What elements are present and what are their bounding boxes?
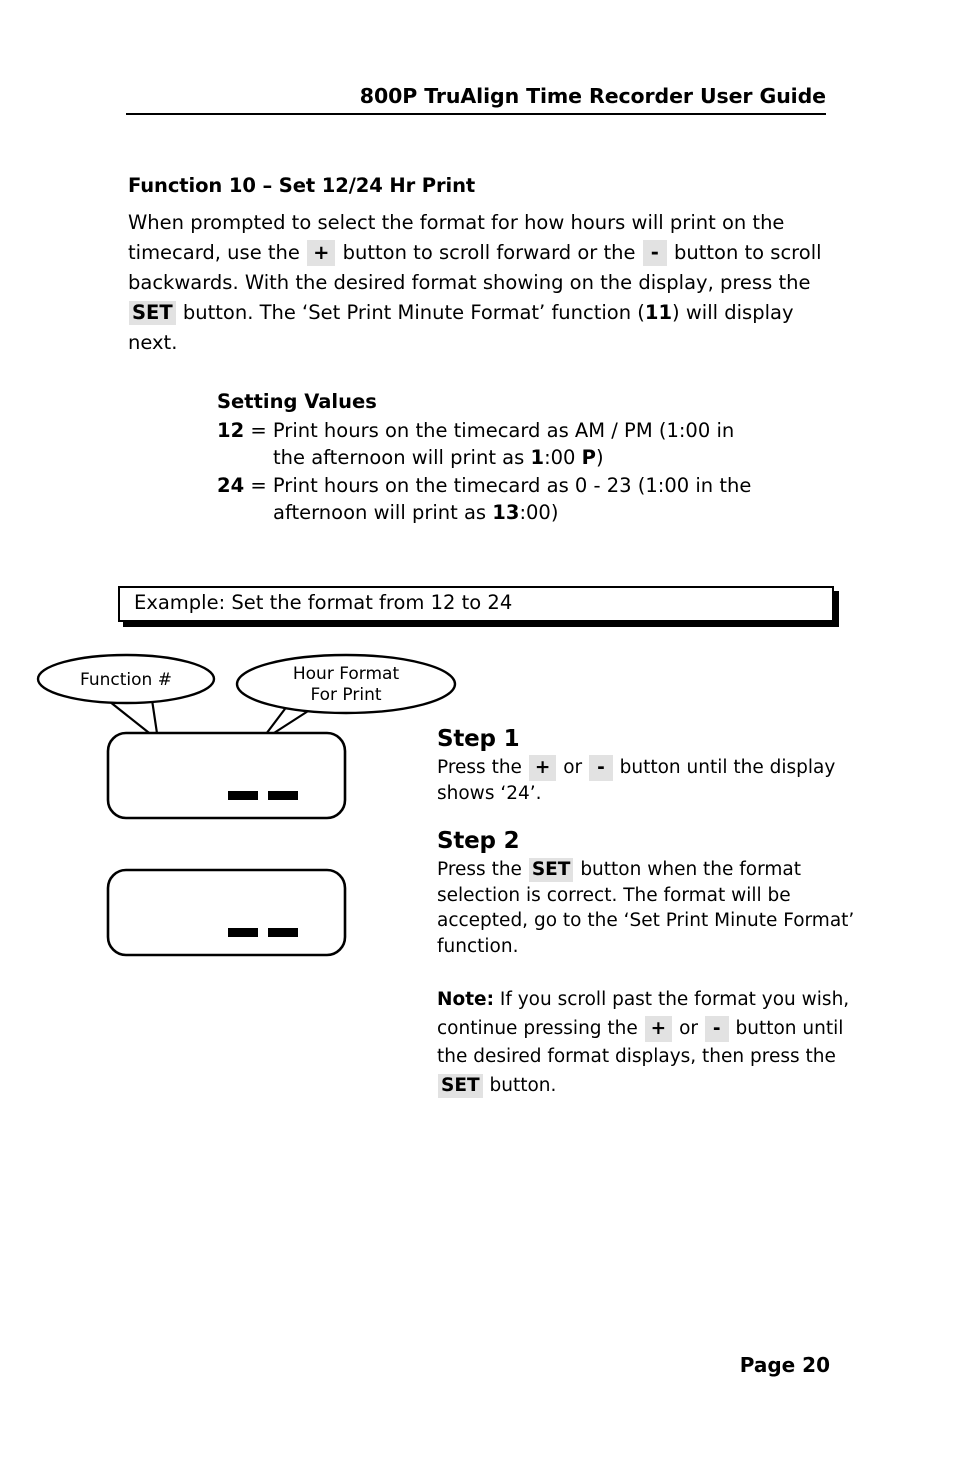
setting-value-text: = Print hours on the timecard as AM / PM… — [250, 418, 735, 442]
callout-hour-format-line1: Hour Format — [293, 664, 400, 684]
lcd-segment-bottom-right — [268, 928, 298, 937]
page-number: Page 20 — [739, 1353, 830, 1377]
step-1-text-part-2: or — [563, 757, 583, 778]
cont-bold: 13 — [492, 501, 520, 524]
example-box: Example: Set the format from 12 to 24 — [118, 586, 834, 622]
step-1-title: Step 1 — [437, 726, 520, 752]
cont-bold: 1 — [530, 446, 545, 469]
cont-mid: :00 — [544, 446, 582, 469]
plus-button-key[interactable]: + — [307, 240, 336, 266]
minus-button-key[interactable]: - — [704, 1015, 729, 1042]
callout-hour-format-line2: For Print — [310, 685, 381, 705]
lcd-segment-bottom-left — [228, 928, 258, 937]
set-button-key[interactable]: SET — [129, 301, 176, 325]
lcd-segment-top-left — [228, 791, 258, 800]
setting-values-block: Setting Values 12 = Print hours on the t… — [217, 388, 837, 527]
example-label: Example: Set the format from 12 to 24 — [134, 591, 513, 614]
display-figure: Function # Hour Format For Print — [36, 653, 457, 957]
setting-value-number: 24 — [217, 473, 245, 497]
step-1-block: Step 1 Press the + or - button until the… — [437, 726, 855, 807]
intro-text-part-4: button. The ‘Set Print Minute Format’ fu… — [182, 301, 645, 324]
note-label: Note: — [437, 989, 494, 1010]
step-1-body: Press the + or - button until the displa… — [437, 755, 855, 807]
lcd-display-top — [106, 731, 347, 820]
note-text-part-4: button. — [489, 1074, 557, 1096]
intro-paragraph: When prompted to select the format for h… — [128, 208, 834, 358]
page-title: Function 10 – Set 12/24 Hr Print — [128, 174, 476, 197]
cont-prefix: the afternoon will print as — [273, 446, 531, 469]
plus-button-key[interactable]: + — [644, 1015, 673, 1042]
step-2-text-part-1: Press the — [437, 859, 522, 880]
callout-function-label: Function # — [80, 670, 172, 690]
note-block: Note: If you scroll past the format you … — [437, 986, 867, 1100]
setting-value-row: 12 = Print hours on the timecard as AM /… — [217, 417, 837, 472]
lcd-segment-top-right — [268, 791, 298, 800]
setting-value-number: 12 — [217, 418, 245, 442]
intro-text-part-2: button to scroll forward or the — [342, 241, 636, 264]
cont-prefix: afternoon will print as — [273, 501, 493, 524]
setting-value-text: = Print hours on the timecard as 0 - 23 … — [250, 473, 752, 497]
set-button-key[interactable]: SET — [528, 858, 574, 882]
setting-value-row: 24 = Print hours on the timecard as 0 - … — [217, 472, 837, 527]
minus-button-key[interactable]: - — [589, 755, 613, 781]
cont-bold2: P — [581, 446, 596, 469]
header-title: 800P TruAlign Time Recorder User Guide — [359, 84, 826, 108]
function-reference: 11 — [644, 301, 673, 324]
step-2-block: Step 2 Press the SET button when the for… — [437, 828, 855, 959]
step-1-text-part-1: Press the — [437, 757, 522, 778]
setting-value-continuation: the afternoon will print as 1:00 P) — [217, 444, 837, 472]
header-divider — [126, 113, 826, 115]
setting-values-title: Setting Values — [217, 390, 377, 413]
step-2-body: Press the SET button when the format sel… — [437, 857, 855, 959]
cont-suffix: ) — [550, 501, 559, 524]
setting-value-continuation: afternoon will print as 13:00) — [217, 499, 837, 527]
plus-button-key[interactable]: + — [528, 755, 557, 781]
page-header: 800P TruAlign Time Recorder User Guide — [126, 84, 826, 115]
minus-button-key[interactable]: - — [642, 240, 667, 266]
note-text-part-2: or — [679, 1017, 699, 1039]
cont-suffix: ) — [595, 446, 604, 469]
cont-mid: :00 — [519, 501, 551, 524]
step-2-title: Step 2 — [437, 828, 520, 854]
lcd-display-bottom — [106, 868, 347, 957]
set-button-key[interactable]: SET — [438, 1073, 483, 1098]
